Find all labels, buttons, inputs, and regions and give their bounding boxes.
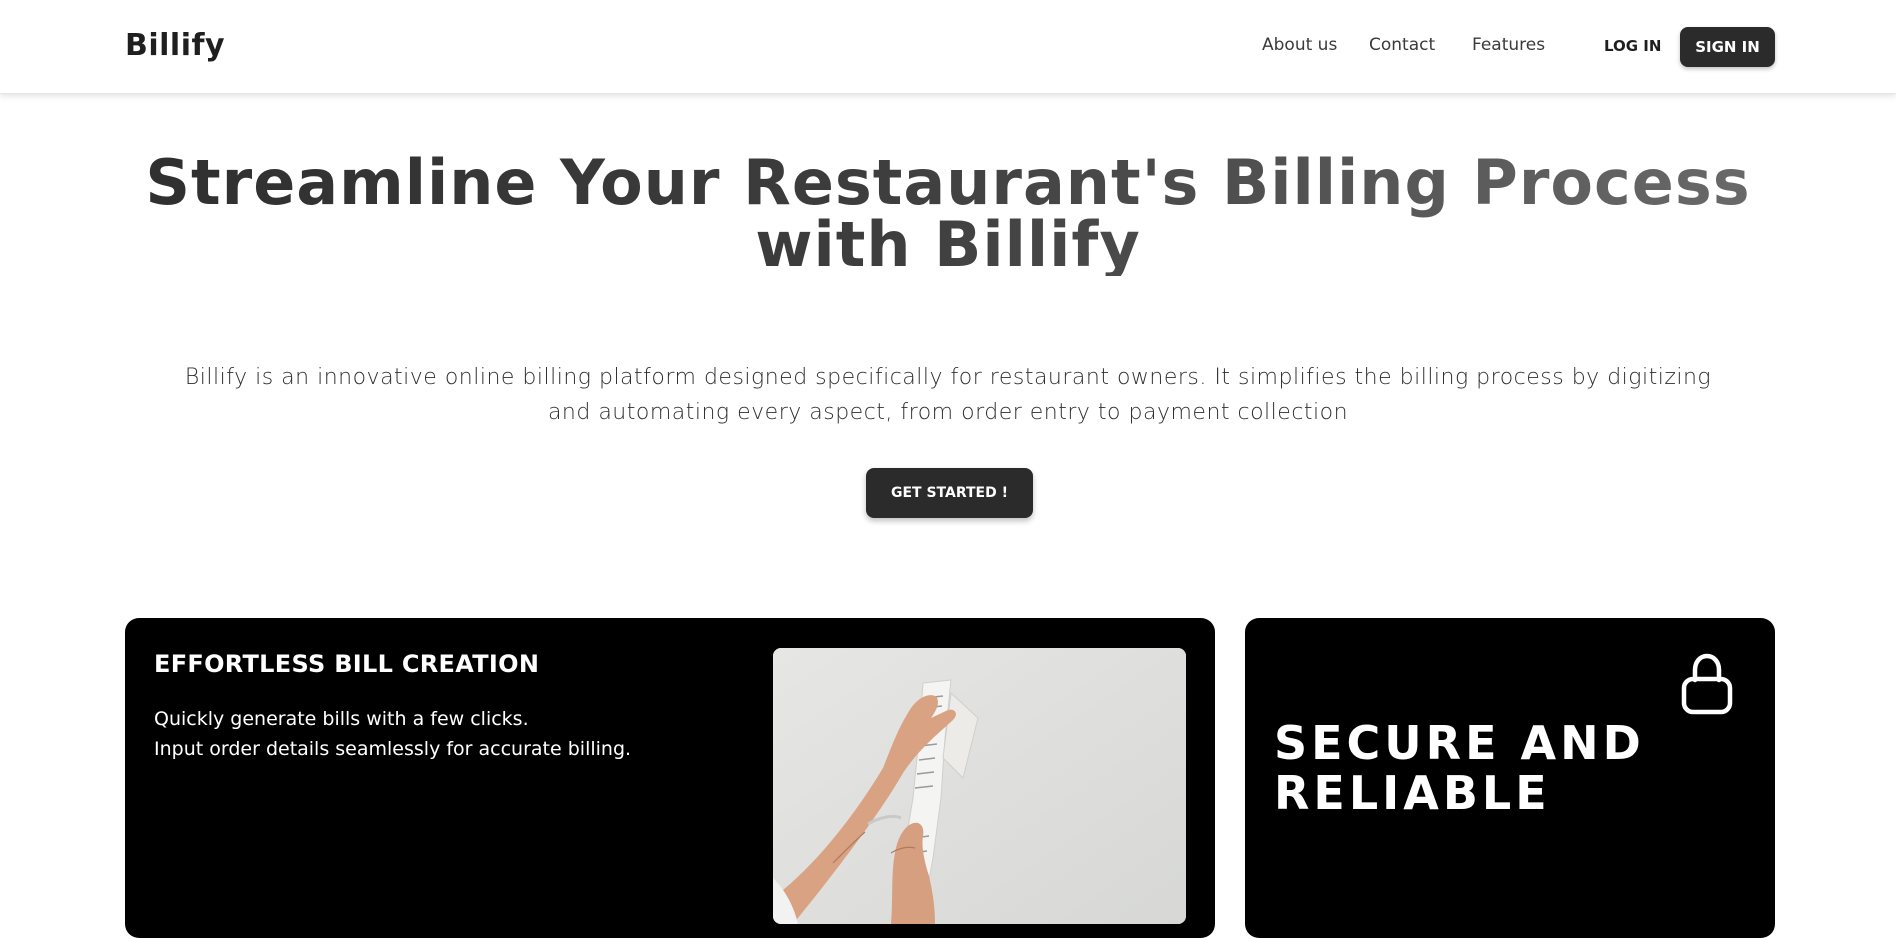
logo[interactable]: Billify xyxy=(125,28,225,63)
hero-title: Streamline Your Restaurant's Billing Pro… xyxy=(120,152,1776,276)
receipt-photo-illustration xyxy=(773,648,1186,924)
hero-description: Billify is an innovative online billing … xyxy=(184,365,1712,425)
feature-description: Quickly generate bills with a few clicks… xyxy=(154,704,631,764)
get-started-button[interactable]: GET STARTED ! xyxy=(866,468,1033,518)
site-header: Billify About us Contact Features LOG IN… xyxy=(0,0,1896,94)
feature-title: EFFORTLESS BILL CREATION xyxy=(154,650,540,678)
receipt-photo xyxy=(773,648,1186,924)
nav-about-us[interactable]: About us xyxy=(1262,35,1337,55)
nav-contact[interactable]: Contact xyxy=(1369,35,1435,55)
feature-line-2: Input order details seamlessly for accur… xyxy=(154,738,632,760)
secure-title: SECURE AND RELIABLE xyxy=(1274,716,1645,820)
nav-features[interactable]: Features xyxy=(1472,35,1545,55)
feature-line-1: Quickly generate bills with a few clicks… xyxy=(154,708,529,730)
signin-button[interactable]: SIGN IN xyxy=(1680,27,1775,67)
lock-icon xyxy=(1681,653,1733,715)
feature-card-bill-creation: EFFORTLESS BILL CREATION Quickly generat… xyxy=(125,618,1215,938)
login-button[interactable]: LOG IN xyxy=(1604,37,1661,55)
feature-card-secure: SECURE AND RELIABLE xyxy=(1245,618,1775,938)
